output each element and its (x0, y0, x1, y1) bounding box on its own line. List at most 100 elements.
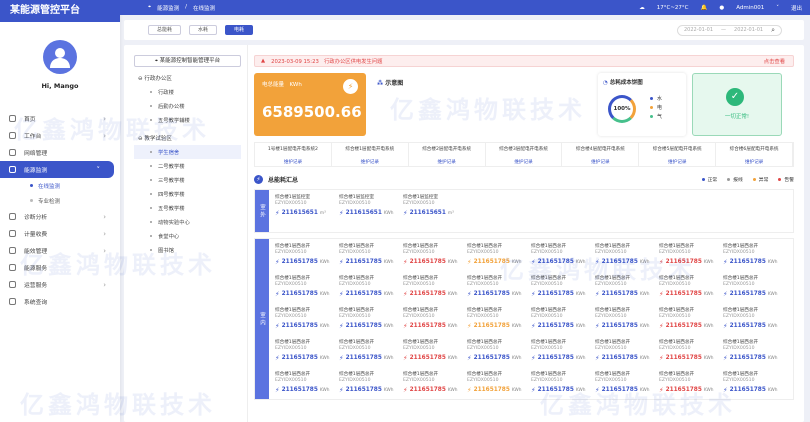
meter-cell[interactable]: 综合楼1层西总开 EZYIDX00510 ⚡ 211651785 KWh (339, 369, 403, 399)
tree-item[interactable]: 食堂中心 (134, 229, 241, 243)
meter-value: ⚡ 211651785 KWh (467, 354, 531, 362)
tab-electric[interactable]: 电耗 (225, 25, 254, 35)
meter-cell[interactable]: 综合楼1层监控室 EZYIDX00510 ⚡ 211615651 m³ (275, 192, 339, 232)
meter-cell[interactable]: 综合楼1层西总开 EZYIDX00510 ⚡ 211651785 KWh (403, 369, 467, 399)
start-date[interactable]: 2022-01-01 (684, 27, 713, 33)
meter-cell[interactable]: 综合楼1层西总开 EZYIDX00510 ⚡ 211651785 KWh (595, 241, 659, 273)
meter-cell[interactable]: 综合楼1层西总开 EZYIDX00510 ⚡ 211651785 KWh (339, 305, 403, 337)
meter-cell[interactable]: 综合楼1层西总开 EZYIDX00510 ⚡ 211651785 KWh (659, 305, 723, 337)
meter-cell[interactable]: 综合楼1层西总开 EZYIDX00510 ⚡ 211651785 KWh (403, 337, 467, 369)
meter-cell[interactable]: 综合楼1层西总开 EZYIDX00510 ⚡ 211651785 KWh (275, 305, 339, 337)
monitor-icon (9, 166, 16, 173)
menu-diagnosis[interactable]: 诊断分析 › (0, 208, 120, 225)
maintenance-link[interactable]: 维护记录 (486, 159, 562, 165)
tree-item[interactable]: 动物实验中心 (134, 215, 241, 229)
meter-cell[interactable]: 综合楼1层西总开 EZYIDX00510 ⚡ 211651785 KWh (531, 337, 595, 369)
meter-cell[interactable]: 综合楼1层西总开 EZYIDX00510 ⚡ 211651785 KWh (723, 337, 787, 369)
meter-cell[interactable]: 综合楼1层西总开 EZYIDX00510 ⚡ 211651785 KWh (339, 241, 403, 273)
meter-cell[interactable]: 综合楼1层西总开 EZYIDX00510 ⚡ 211651785 KWh (595, 305, 659, 337)
meter-cell[interactable]: 综合楼1层西总开 EZYIDX00510 ⚡ 211651785 KWh (275, 241, 339, 273)
meter-cell[interactable]: 综合楼1层西总开 EZYIDX00510 ⚡ 211651785 KWh (339, 337, 403, 369)
menu-energy-monitor[interactable]: 能源监测 ˅ (0, 161, 114, 178)
tree-item[interactable]: 图书馆 (134, 243, 241, 257)
end-date[interactable]: 2022-01-01 (734, 27, 763, 33)
meter-cell[interactable]: 综合楼1层西总开 EZYIDX00510 ⚡ 211651785 KWh (275, 273, 339, 305)
tree-group[interactable]: ⊖ 教学试验区 (134, 127, 241, 145)
tree-item[interactable]: 三号教学楼 (134, 173, 241, 187)
maintenance-link[interactable]: 维护记录 (716, 159, 792, 165)
meter-cell[interactable]: 综合楼1层西总开 EZYIDX00510 ⚡ 211651785 KWh (723, 273, 787, 305)
meter-cell[interactable]: 综合楼1层西总开 EZYIDX00510 ⚡ 211651785 KWh (403, 305, 467, 337)
meter-cell[interactable]: 综合楼1层西总开 EZYIDX00510 ⚡ 211651785 KWh (723, 241, 787, 273)
menu-billing[interactable]: 计量收费 › (0, 225, 120, 242)
date-range-picker[interactable]: 2022-01-01 — 2022-01-01 ⌕ (676, 24, 782, 36)
menu-efficiency[interactable]: 能效管理 › (0, 242, 120, 259)
meter-name: 综合楼1层西总开 (467, 372, 503, 377)
search-icon[interactable]: ⌕ (771, 26, 775, 35)
bell-icon[interactable]: 🔔 (701, 5, 708, 11)
meter-cell[interactable]: 综合楼1层西总开 EZYIDX00510 ⚡ 211651785 KWh (595, 369, 659, 399)
maintenance-link[interactable]: 维护记录 (639, 159, 715, 165)
breadcrumb-1[interactable]: 能源监测 (157, 4, 179, 12)
maintenance-link[interactable]: 维护记录 (409, 159, 485, 165)
meter-cell[interactable]: 综合楼1层西总开 EZYIDX00510 ⚡ 211651785 KWh (467, 305, 531, 337)
tree-header[interactable]: ⌖ 某能源控制智能管理平台 (134, 55, 241, 67)
meter-cell[interactable]: 综合楼1层监控室 EZYIDX00510 ⚡ 211615651 KWh (339, 192, 403, 232)
menu-workbench[interactable]: 工作台 › (0, 127, 120, 144)
maintenance-link[interactable]: 维护记录 (562, 159, 638, 165)
tab-total[interactable]: 总能耗 (148, 25, 182, 35)
maintenance-link[interactable]: 维护记录 (255, 159, 331, 165)
meter-cell[interactable]: 综合楼1层西总开 EZYIDX00510 ⚡ 211651785 KWh (467, 369, 531, 399)
meter-cell[interactable]: 综合楼1层西总开 EZYIDX00510 ⚡ 211651785 KWh (275, 369, 339, 399)
menu-home[interactable]: 首页 › (0, 110, 120, 127)
tree-item[interactable]: 学生宿舍 (134, 145, 241, 159)
menu-service[interactable]: 能源服务 (0, 259, 120, 276)
alert-view-link[interactable]: 点击查看 (764, 57, 793, 65)
chevron-down-icon[interactable]: ˅ (776, 5, 779, 11)
meter-cell[interactable]: 综合楼1层西总开 EZYIDX00510 ⚡ 211651785 KWh (595, 273, 659, 305)
tree-item[interactable]: 二号教学楼 (134, 159, 241, 173)
tree-item[interactable]: 五号教学辅楼 (134, 113, 241, 127)
home-icon (9, 115, 16, 122)
meter-cell[interactable]: 综合楼1层西总开 EZYIDX00510 ⚡ 211651785 KWh (531, 273, 595, 305)
tree-group[interactable]: ⊖ 行政办公区 (134, 67, 241, 85)
maintenance-link[interactable]: 维护记录 (332, 159, 408, 165)
meter-name: 综合楼1层西总开 (659, 276, 695, 281)
meter-cell[interactable]: 综合楼1层西总开 EZYIDX00510 ⚡ 211651785 KWh (467, 241, 531, 273)
meter-cell[interactable]: 综合楼1层西总开 EZYIDX00510 ⚡ 211651785 KWh (531, 305, 595, 337)
tab-water[interactable]: 水耗 (189, 25, 218, 35)
meter-cell[interactable]: 综合楼1层西总开 EZYIDX00510 ⚡ 211651785 KWh (531, 241, 595, 273)
meter-cell[interactable]: 综合楼1层西总开 EZYIDX00510 ⚡ 211651785 KWh (403, 241, 467, 273)
meter-unit: KWh (319, 291, 330, 297)
menu-query[interactable]: 系统查询 (0, 293, 120, 310)
menu-operation[interactable]: 运营服务 › (0, 276, 120, 293)
meter-code: EZYIDX00510 (403, 314, 435, 319)
tree-item[interactable]: 四号教学楼 (134, 187, 241, 201)
tree-item[interactable]: 后勤办公楼 (134, 99, 241, 113)
meter-cell[interactable]: 综合楼1层西总开 EZYIDX00510 ⚡ 211651785 KWh (659, 241, 723, 273)
tree-item[interactable]: 行政楼 (134, 85, 241, 99)
meter-cell[interactable]: 综合楼1层监控室 EZYIDX00510 ⚡ 211615651 m³ (403, 192, 467, 232)
diagram-card[interactable]: ⁂ 示意图 (372, 73, 592, 136)
meter-cell[interactable]: 综合楼1层西总开 EZYIDX00510 ⚡ 211651785 KWh (659, 369, 723, 399)
meter-cell[interactable]: 综合楼1层西总开 EZYIDX00510 ⚡ 211651785 KWh (339, 273, 403, 305)
meter-cell[interactable]: 综合楼1层西总开 EZYIDX00510 ⚡ 211651785 KWh (659, 273, 723, 305)
logout-button[interactable]: 退出 (791, 4, 802, 12)
meter-cell[interactable]: 综合楼1层西总开 EZYIDX00510 ⚡ 211651785 KWh (531, 369, 595, 399)
meter-cell[interactable]: 综合楼1层西总开 EZYIDX00510 ⚡ 211651785 KWh (467, 337, 531, 369)
meter-cell[interactable]: 综合楼1层西总开 EZYIDX00510 ⚡ 211651785 KWh (723, 369, 787, 399)
tree-item[interactable]: 五号教学楼 (134, 201, 241, 215)
submenu-inspection[interactable]: 专业检测 (0, 193, 120, 208)
meter-cell[interactable]: 综合楼1层西总开 EZYIDX00510 ⚡ 211651785 KWh (467, 273, 531, 305)
avatar[interactable] (43, 40, 77, 74)
submenu-online[interactable]: 在线监测 (0, 178, 120, 193)
meter-cell[interactable]: 综合楼1层西总开 EZYIDX00510 ⚡ 211651785 KWh (595, 337, 659, 369)
meter-cell[interactable]: 综合楼1层西总开 EZYIDX00510 ⚡ 211651785 KWh (723, 305, 787, 337)
meter-cell[interactable]: 综合楼1层西总开 EZYIDX00510 ⚡ 211651785 KWh (659, 337, 723, 369)
lightning-icon: ⚡ (531, 322, 536, 330)
username[interactable]: Admin001 (736, 5, 764, 11)
meter-cell[interactable]: 综合楼1层西总开 EZYIDX00510 ⚡ 211651785 KWh (275, 337, 339, 369)
menu-network[interactable]: 网络管理 (0, 144, 120, 161)
meter-value: ⚡ 211651785 KWh (275, 386, 339, 394)
meter-cell[interactable]: 综合楼1层西总开 EZYIDX00510 ⚡ 211651785 KWh (403, 273, 467, 305)
